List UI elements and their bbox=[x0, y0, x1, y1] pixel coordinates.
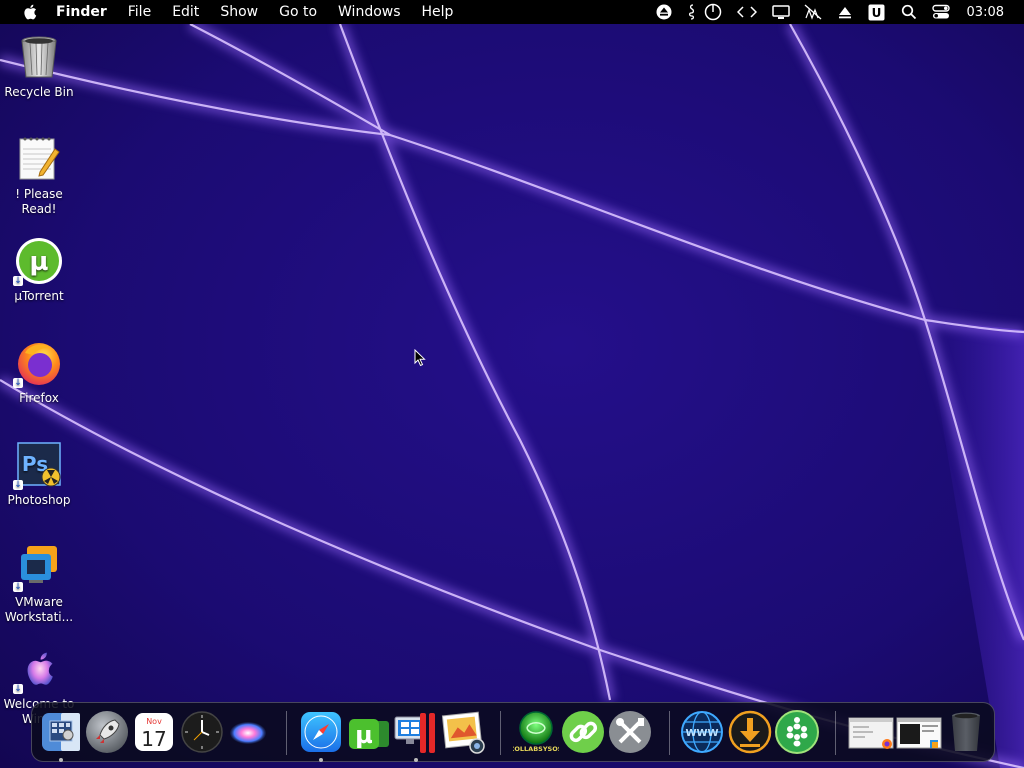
safari-icon bbox=[301, 712, 341, 752]
menu-app-name[interactable]: Finder bbox=[56, 4, 107, 20]
menu-go-to[interactable]: Go to bbox=[279, 4, 317, 20]
menu-bar: Finder File Edit Show Go to Windows Help… bbox=[0, 0, 1024, 24]
finder-icon bbox=[42, 713, 80, 751]
recycle-bin-icon bbox=[15, 33, 63, 81]
svg-text:µ: µ bbox=[355, 721, 373, 749]
dock: Nov 17 µ OLLABSYSO WWW bbox=[31, 702, 995, 762]
download-icon bbox=[728, 710, 772, 754]
globe-www-icon: WWW bbox=[681, 711, 723, 753]
u-icon[interactable]: U bbox=[868, 3, 886, 21]
desktop-wallpaper bbox=[0, 0, 1024, 768]
dock-tools[interactable] bbox=[607, 709, 653, 755]
mute-icon[interactable] bbox=[804, 3, 822, 21]
dock-siri[interactable] bbox=[225, 709, 271, 755]
menu-clock[interactable]: 03:08 bbox=[967, 5, 1004, 20]
clock-icon bbox=[181, 711, 223, 753]
window-thumbnail-icon bbox=[848, 717, 894, 749]
utorrent-icon: µ ↓ bbox=[13, 237, 63, 286]
desktop-icon-label: VMware Workstati... bbox=[4, 595, 74, 624]
dock-people[interactable] bbox=[774, 709, 820, 755]
desktop-icon-utorrent[interactable]: µ ↓ µTorrent bbox=[0, 237, 78, 304]
dock-window-thumbnail-1[interactable] bbox=[847, 709, 895, 755]
desktop-icon-label: µTorrent bbox=[14, 289, 64, 303]
airdrop-icon[interactable] bbox=[836, 3, 854, 21]
shortcut-arrow-icon: ↓ bbox=[13, 276, 23, 286]
menu-windows[interactable]: Windows bbox=[338, 4, 401, 20]
vmware-icon: ↓ bbox=[13, 543, 63, 592]
script-icon[interactable] bbox=[687, 3, 697, 21]
utorrent-icon: µ bbox=[349, 719, 389, 749]
desktop-icon-label: Recycle Bin bbox=[4, 85, 74, 99]
desktop-icon-label: Firefox bbox=[19, 391, 59, 405]
menu-show[interactable]: Show bbox=[220, 4, 258, 20]
search-icon[interactable] bbox=[900, 3, 918, 21]
dock-safari[interactable] bbox=[298, 709, 344, 755]
photoshop-icon: Ps ↓ bbox=[13, 441, 63, 490]
calendar-month: Nov bbox=[146, 717, 162, 726]
shortcut-arrow-icon: ↓ bbox=[13, 480, 23, 490]
tools-icon bbox=[609, 711, 651, 753]
desktop-icon-label: ! Please Read! bbox=[15, 187, 63, 216]
power-icon[interactable] bbox=[704, 3, 722, 21]
dock-trash[interactable] bbox=[943, 709, 989, 755]
desktop-icon-vmware[interactable]: ↓ VMware Workstati... bbox=[0, 543, 78, 625]
dock-www[interactable]: WWW bbox=[679, 709, 725, 755]
siri-icon bbox=[230, 722, 266, 744]
menu-edit[interactable]: Edit bbox=[172, 4, 199, 20]
mouse-cursor-icon bbox=[414, 349, 426, 367]
svg-text:U: U bbox=[872, 6, 882, 20]
eject-icon[interactable] bbox=[655, 3, 673, 21]
desktop-icon-label: Photoshop bbox=[7, 493, 71, 507]
dock-calendar[interactable]: Nov 17 bbox=[131, 709, 177, 755]
dock-separator bbox=[500, 711, 501, 755]
svg-text:µ: µ bbox=[29, 247, 48, 277]
link-icon bbox=[562, 711, 604, 753]
collabsysos-icon: COLLABSYSOS bbox=[510, 711, 563, 753]
dock-link[interactable] bbox=[560, 709, 606, 755]
code-brackets-icon[interactable] bbox=[736, 3, 758, 21]
running-indicator bbox=[319, 758, 323, 762]
shortcut-arrow-icon: ↓ bbox=[13, 378, 23, 388]
rocket-icon bbox=[86, 711, 128, 753]
desktop-icon-recycle-bin[interactable]: Recycle Bin bbox=[0, 33, 78, 100]
calendar-day: 17 bbox=[141, 727, 166, 751]
trash-icon bbox=[952, 712, 980, 751]
dock-preview[interactable] bbox=[440, 709, 486, 755]
display-icon[interactable] bbox=[771, 3, 790, 21]
dock-separator bbox=[286, 711, 287, 755]
dock-separator bbox=[835, 711, 836, 755]
www-caption: WWW bbox=[685, 728, 718, 739]
apple-logo-icon[interactable] bbox=[20, 2, 40, 22]
running-indicator bbox=[414, 758, 418, 762]
dock-downloads[interactable] bbox=[727, 709, 773, 755]
dock-collabsysos[interactable]: COLLABSYSOS bbox=[510, 709, 563, 755]
collabsysos-caption: COLLABSYSOS bbox=[513, 745, 559, 753]
dock-clock[interactable] bbox=[179, 709, 225, 755]
dock-launchpad[interactable] bbox=[84, 709, 130, 755]
shortcut-arrow-icon: ↓ bbox=[13, 684, 23, 694]
desktop-icon-photoshop[interactable]: Ps ↓ Photoshop bbox=[0, 441, 78, 508]
desktop-icon-firefox[interactable]: ↓ Firefox bbox=[0, 339, 78, 406]
menu-help[interactable]: Help bbox=[422, 4, 454, 20]
apple-welcome-icon: ↓ bbox=[13, 645, 63, 694]
dock-window-thumbnail-2[interactable] bbox=[895, 709, 943, 755]
control-center-icon[interactable] bbox=[931, 3, 950, 21]
dock-boot-camp[interactable] bbox=[392, 709, 438, 755]
dock-utorrent[interactable]: µ bbox=[345, 709, 391, 755]
shortcut-arrow-icon: ↓ bbox=[13, 582, 23, 592]
preview-icon bbox=[441, 711, 485, 754]
firefox-icon: ↓ bbox=[13, 339, 63, 388]
calendar-icon: Nov 17 bbox=[135, 713, 173, 751]
dock-separator bbox=[669, 711, 670, 755]
parallels-icon bbox=[394, 713, 435, 753]
window-thumbnail-icon bbox=[896, 717, 942, 749]
desktop-icon-please-read[interactable]: ! Please Read! bbox=[0, 135, 78, 217]
notepad-icon bbox=[15, 135, 63, 183]
running-indicator bbox=[59, 758, 63, 762]
dock-finder[interactable] bbox=[38, 709, 84, 755]
menu-file[interactable]: File bbox=[128, 4, 151, 20]
people-icon bbox=[775, 710, 819, 754]
